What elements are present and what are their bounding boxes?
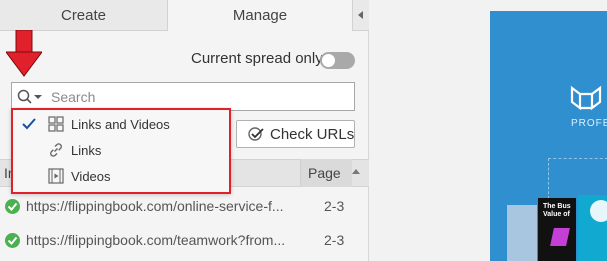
check-urls-icon xyxy=(248,127,264,141)
sort-ascending-icon[interactable] xyxy=(352,169,360,174)
thumbnail-photo xyxy=(507,205,537,261)
checkmark-selected-icon xyxy=(22,118,36,130)
menu-item-links-and-videos[interactable]: Links and Videos xyxy=(71,117,170,132)
video-icon xyxy=(48,168,64,184)
table-row-url[interactable]: https://flippingbook.com/teamwork?from..… xyxy=(26,232,285,248)
check-mark-icon xyxy=(7,202,18,211)
brand-text: PROFES xyxy=(571,118,607,129)
thumbnail-circle xyxy=(590,200,607,222)
thumbnail-title: The Bus Value of xyxy=(543,203,571,218)
tab-manage[interactable]: Manage xyxy=(168,0,352,31)
table-row-page: 2-3 xyxy=(324,198,345,214)
menu-item-videos[interactable]: Videos xyxy=(71,169,111,184)
check-urls-label: Check URLs xyxy=(270,126,355,143)
search-placeholder: Search xyxy=(51,89,96,105)
search-filter-icon[interactable] xyxy=(17,89,45,105)
decor-frame xyxy=(548,158,607,199)
current-spread-toggle[interactable] xyxy=(320,52,355,69)
brand-logo-icon xyxy=(570,85,602,111)
page-column-label: Page xyxy=(308,165,341,181)
link-icon xyxy=(50,143,62,157)
grid-icon xyxy=(48,116,64,132)
collapse-panel-button[interactable] xyxy=(352,0,369,31)
table-row-page: 2-3 xyxy=(324,232,345,248)
menu-item-links[interactable]: Links xyxy=(71,143,101,158)
tab-create[interactable]: Create xyxy=(0,0,168,31)
annotation-arrow-icon xyxy=(6,30,42,77)
table-row-url[interactable]: https://flippingbook.com/online-service-… xyxy=(26,198,284,214)
toggle-knob xyxy=(322,54,335,67)
check-mark-icon xyxy=(7,236,18,245)
current-spread-label: Current spread only xyxy=(191,50,323,67)
